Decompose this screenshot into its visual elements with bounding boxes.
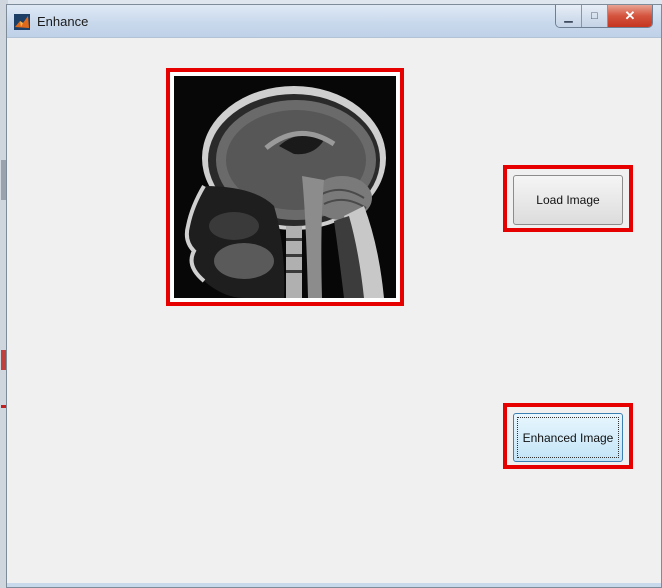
load-image-label: Load Image [536, 193, 600, 207]
enhance-button-highlight: Enhanced Image [503, 403, 633, 469]
image-highlight-frame [166, 68, 404, 306]
enhanced-image-button[interactable]: Enhanced Image [513, 413, 623, 462]
minimize-button[interactable]: ▁ [556, 5, 582, 27]
enhance-window: Enhance ▁ □ ✕ Load Image Enhanced Image [6, 4, 662, 588]
minimize-icon: ▁ [564, 10, 573, 23]
focus-rectangle [517, 417, 619, 458]
matlab-icon [14, 14, 30, 30]
window-title: Enhance [37, 14, 89, 29]
close-button[interactable]: ✕ [608, 5, 652, 27]
close-icon: ✕ [624, 8, 636, 23]
client-area: Load Image Enhanced Image [7, 38, 661, 587]
window-bottom-border [7, 583, 661, 587]
maximize-button[interactable]: □ [582, 5, 608, 27]
load-button-highlight: Load Image [503, 165, 633, 232]
mri-image [174, 76, 396, 298]
title-bar[interactable]: Enhance ▁ □ ✕ [7, 5, 661, 38]
maximize-icon: □ [591, 10, 598, 22]
load-image-button[interactable]: Load Image [513, 175, 623, 225]
window-controls: ▁ □ ✕ [555, 5, 653, 28]
